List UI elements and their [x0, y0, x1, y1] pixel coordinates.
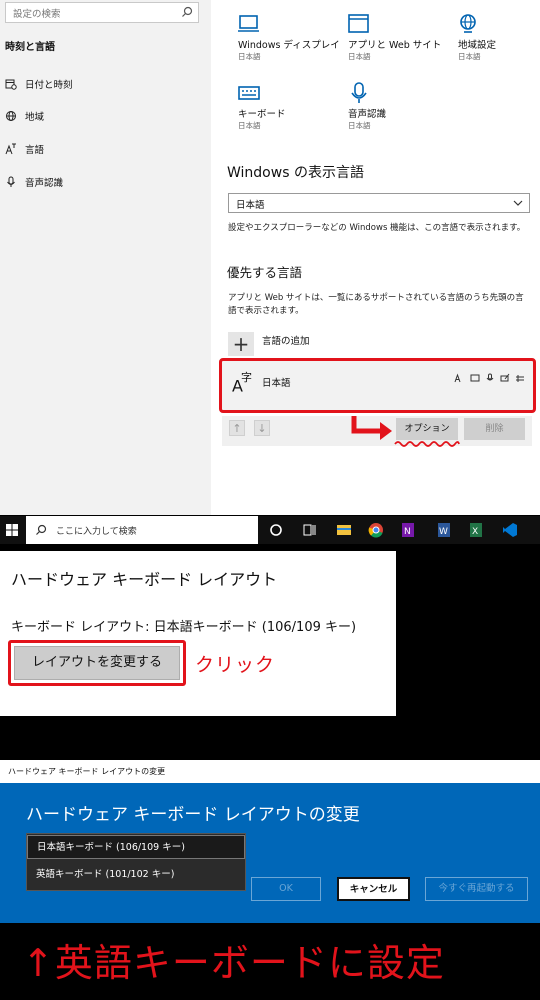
display-language-feature-icon: [454, 373, 461, 383]
keyboard-feature-icon: [516, 375, 524, 382]
taskbar-search-placeholder: ここに入力して検索: [56, 527, 137, 537]
sidebar-item-date-time[interactable]: 日付と時刻: [5, 76, 73, 92]
svg-text:N: N: [404, 527, 411, 537]
tile-subtitle: 日本語: [458, 52, 481, 61]
tile-subtitle: 日本語: [348, 121, 371, 130]
text-to-speech-icon: [470, 374, 480, 382]
microphone-icon: [351, 82, 367, 103]
hardware-keyboard-title: ハードウェア キーボード レイアウト: [11, 570, 278, 589]
app-window-icon: [348, 14, 369, 33]
chrome-icon[interactable]: [368, 522, 384, 538]
excel-icon[interactable]: X: [468, 522, 484, 538]
language-glyph-icon: A字: [232, 371, 252, 396]
cancel-button[interactable]: キャンセル: [337, 877, 410, 901]
microphone-icon: [486, 373, 494, 381]
tile-title: キーボード: [238, 109, 286, 120]
dialog-window-title: ハードウェア キーボード レイアウトの変更: [8, 767, 166, 776]
sidebar-item-language[interactable]: 言語: [5, 141, 44, 157]
change-layout-button[interactable]: レイアウトを変更する: [14, 646, 180, 680]
tile-title: 地域設定: [458, 40, 497, 51]
taskbar-search-box[interactable]: ここに入力して検索: [26, 516, 258, 544]
change-layout-button-highlight: レイアウトを変更する: [8, 640, 186, 686]
language-icon: [5, 143, 16, 155]
plus-icon: +: [232, 332, 250, 356]
click-annotation: クリック: [195, 654, 276, 676]
file-explorer-icon[interactable]: [336, 522, 352, 538]
add-language-button[interactable]: +: [228, 332, 254, 356]
tile-keyboard[interactable]: キーボード 日本語: [238, 82, 343, 131]
display-language-value: 日本語: [236, 200, 265, 211]
tile-title: Windows ディスプレイ: [238, 40, 340, 51]
dialog-titlebar: ハードウェア キーボード レイアウトの変更: [0, 760, 540, 783]
tile-subtitle: 日本語: [238, 121, 261, 130]
tile-windows-display[interactable]: Windows ディスプレイ 日本語: [238, 13, 343, 62]
cortana-icon[interactable]: [268, 522, 284, 538]
sidebar-item-label: 音声認識: [25, 178, 64, 189]
add-language-label[interactable]: 言語の追加: [262, 333, 310, 347]
language-list-item-japanese[interactable]: A字 日本語: [219, 358, 536, 413]
display-language-heading: Windows の表示言語: [227, 165, 364, 181]
monitor-icon: [238, 15, 259, 32]
red-arrow-icon: [351, 416, 392, 440]
sidebar-item-region[interactable]: 地域: [5, 108, 44, 124]
settings-search-input[interactable]: 設定の検索: [5, 2, 199, 23]
svg-text:X: X: [472, 527, 478, 537]
remove-button[interactable]: 削除: [464, 418, 525, 440]
word-icon[interactable]: W: [436, 522, 452, 538]
keyboard-layout-list[interactable]: 日本語キーボード (106/109 キー) 英語キーボード (101/102 キ…: [26, 833, 246, 891]
sidebar-item-speech[interactable]: 音声認識: [5, 174, 63, 190]
microphone-icon: [7, 176, 15, 187]
tile-region-settings[interactable]: 地域設定 日本語: [458, 13, 540, 62]
restart-now-button[interactable]: 今すぐ再起動する: [425, 877, 528, 901]
move-down-button[interactable]: ↓: [254, 420, 270, 436]
keyboard-option-japanese[interactable]: 日本語キーボード (106/109 キー): [27, 835, 245, 859]
tile-subtitle: 日本語: [348, 52, 371, 61]
tile-speech[interactable]: 音声認識 日本語: [348, 82, 453, 131]
taskbar: ここに入力して検索 N W X: [0, 516, 540, 544]
tile-title: 音声認識: [348, 109, 387, 120]
ok-button[interactable]: OK: [251, 877, 321, 901]
options-button[interactable]: オプション: [396, 418, 458, 440]
set-english-keyboard-caption: ↑英語キーボードに設定: [22, 941, 445, 985]
keyboard-icon: [238, 86, 260, 100]
region-globe-icon: [460, 14, 476, 33]
chevron-down-icon: [513, 200, 523, 206]
calendar-clock-icon: [5, 79, 17, 90]
sidebar-item-label: 日付と時刻: [25, 80, 73, 91]
preferred-languages-description: アプリと Web サイトは、一覧にあるサポートされている言語のうち先頭の言語で表…: [228, 293, 524, 316]
task-view-icon[interactable]: [302, 522, 318, 538]
language-name: 日本語: [262, 378, 291, 389]
svg-text:W: W: [439, 527, 448, 537]
display-language-dropdown[interactable]: 日本語: [228, 193, 530, 213]
tile-apps-websites[interactable]: アプリと Web サイト 日本語: [348, 13, 453, 62]
tile-subtitle: 日本語: [238, 52, 261, 61]
vscode-icon[interactable]: [502, 522, 518, 538]
preferred-languages-heading: 優先する言語: [227, 265, 303, 280]
sidebar-item-label: 言語: [25, 145, 45, 156]
move-up-button[interactable]: ↑: [229, 420, 245, 436]
windows-start-icon[interactable]: [6, 524, 18, 536]
dialog-heading: ハードウェア キーボード レイアウトの変更: [26, 805, 360, 825]
sidebar-heading: 時刻と言語: [5, 42, 55, 53]
red-wavy-underline: [394, 441, 460, 447]
search-icon: [182, 6, 193, 17]
globe-icon: [6, 111, 16, 121]
search-icon: [36, 524, 47, 535]
onenote-icon[interactable]: N: [400, 522, 416, 538]
display-language-description: 設定やエクスプローラーなどの Windows 機能は、この言語で表示されます。: [228, 223, 526, 233]
current-keyboard-layout: キーボード レイアウト: 日本語キーボード (106/109 キー): [11, 620, 357, 635]
sidebar-item-label: 地域: [25, 112, 45, 123]
keyboard-option-english[interactable]: 英語キーボード (101/102 キー): [27, 863, 245, 887]
handwriting-icon: [500, 373, 510, 382]
search-placeholder: 設定の検索: [13, 9, 61, 20]
tile-title: アプリと Web サイト: [348, 40, 442, 51]
